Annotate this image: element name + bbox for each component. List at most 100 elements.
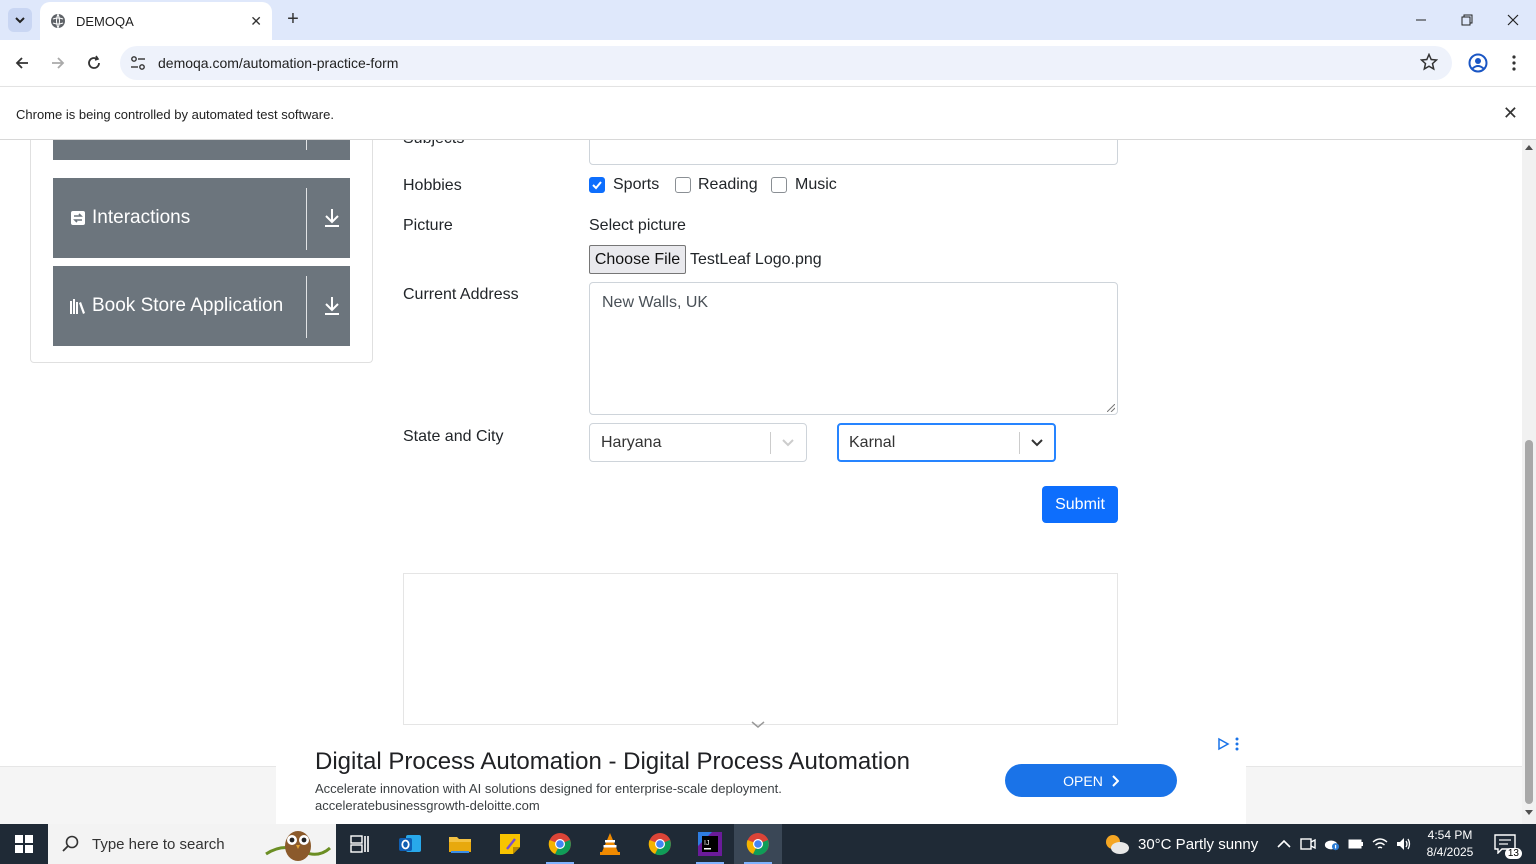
close-window-button[interactable]	[1490, 0, 1536, 40]
resize-handle-icon[interactable]	[1107, 404, 1115, 412]
star-icon	[1419, 52, 1439, 71]
notifications-button[interactable]: 13	[1494, 834, 1522, 859]
sidebar-accordion: Interactions Book Store Application	[30, 140, 373, 363]
windows-taskbar: Type here to search IJ 30°C Partly sunny…	[0, 824, 1536, 864]
url-text: demoqa.com/automation-practice-form	[158, 55, 399, 71]
browser-menu-button[interactable]	[1503, 52, 1525, 74]
tray-battery[interactable]	[1348, 836, 1364, 852]
minimize-button[interactable]	[1398, 0, 1444, 40]
checkmark-icon	[592, 181, 602, 190]
scroll-down-icon[interactable]	[1525, 810, 1533, 816]
ad-open-button[interactable]: OPEN	[1005, 764, 1177, 797]
tray-wifi[interactable]	[1372, 836, 1388, 852]
bookmark-star-icon[interactable]	[1419, 52, 1439, 76]
chevron-down-icon	[780, 435, 796, 451]
chevron-down-icon[interactable]	[750, 720, 766, 730]
browser-tab-bar: DEMOQA ✕ +	[0, 0, 1536, 40]
close-icon	[1507, 14, 1519, 26]
reload-button[interactable]	[81, 50, 107, 76]
intellij-icon: IJ	[698, 832, 722, 856]
task-view-button[interactable]	[336, 824, 384, 864]
subjects-label: Subjects	[403, 140, 464, 148]
page-scrollbar[interactable]	[1522, 140, 1536, 824]
owl-illustration-icon	[265, 831, 332, 861]
start-button[interactable]	[0, 824, 48, 864]
hobbies-label: Hobbies	[403, 177, 462, 194]
hobby-reading-checkbox[interactable]	[675, 177, 691, 193]
forward-button[interactable]	[45, 50, 71, 76]
tray-meet-now[interactable]	[1300, 836, 1316, 852]
tray-onedrive[interactable]	[1324, 836, 1340, 852]
sidebar-item-label: Book Store Application	[92, 295, 284, 316]
taskbar-weather[interactable]: 30°C Partly sunny	[1104, 824, 1258, 864]
state-city-label: State and City	[403, 428, 504, 445]
city-select[interactable]: Karnal	[837, 423, 1056, 462]
hobby-sports-checkbox[interactable]	[589, 177, 605, 193]
infobar-close-icon[interactable]: ✕	[1503, 103, 1518, 124]
submit-button[interactable]: Submit	[1042, 486, 1118, 523]
show-hidden-icons-button[interactable]	[1276, 836, 1292, 852]
state-select[interactable]: Haryana	[589, 423, 807, 462]
globe-icon	[51, 13, 65, 29]
current-address-value: New Walls, UK	[602, 294, 709, 311]
sidebar-item-label: Interactions	[92, 207, 191, 228]
sticky-notes-icon	[500, 834, 520, 854]
taskbar-file-explorer[interactable]	[436, 824, 484, 864]
divider	[306, 188, 307, 250]
back-button[interactable]	[9, 50, 35, 76]
browser-tab[interactable]: DEMOQA ✕	[40, 2, 272, 40]
profile-button[interactable]	[1467, 52, 1489, 74]
sidebar-item-widgets[interactable]	[53, 140, 350, 160]
tray-volume[interactable]	[1396, 836, 1412, 852]
ad-display-url[interactable]: acceleratebusinessgrowth-deloitte.com	[315, 798, 540, 813]
arrow-left-icon	[15, 57, 28, 69]
divider	[306, 140, 307, 150]
browser-toolbar: demoqa.com/automation-practice-form	[0, 40, 1536, 86]
clock-time: 4:54 PM	[1427, 828, 1473, 842]
current-address-textarea[interactable]: New Walls, UK	[589, 282, 1118, 415]
new-tab-button[interactable]: +	[282, 8, 304, 30]
tab-search-menu-button[interactable]	[8, 8, 32, 32]
more-vert-icon[interactable]	[1234, 737, 1240, 751]
divider	[1019, 432, 1020, 454]
chrome-icon	[648, 833, 671, 856]
selected-file-name: TestLeaf Logo.png	[690, 251, 822, 268]
search-icon	[62, 835, 79, 852]
picture-label: Picture	[403, 217, 453, 234]
task-view-icon	[350, 835, 369, 853]
partly-sunny-icon	[1106, 835, 1129, 854]
chevron-down-icon	[15, 17, 25, 24]
hobby-music-label[interactable]: Music	[795, 176, 837, 194]
hobby-music-checkbox[interactable]	[771, 177, 787, 193]
taskbar-chrome-active[interactable]	[734, 824, 782, 864]
taskbar-chrome-1[interactable]	[536, 824, 584, 864]
interactions-icon	[69, 209, 87, 227]
taskbar-vlc[interactable]	[586, 824, 634, 864]
infobar-message: Chrome is being controlled by automated …	[16, 107, 334, 122]
taskbar-search-box[interactable]: Type here to search	[48, 824, 336, 864]
chrome-icon	[548, 833, 571, 856]
subjects-input[interactable]	[589, 140, 1118, 165]
sidebar-item-book-store[interactable]: Book Store Application	[53, 266, 350, 346]
address-bar[interactable]: demoqa.com/automation-practice-form	[120, 46, 1452, 80]
ad-banner[interactable]: Digital Process Automation - Digital Pro…	[276, 735, 1246, 824]
restore-button[interactable]	[1444, 0, 1490, 40]
adchoices-icon[interactable]	[1216, 737, 1230, 751]
taskbar-intellij[interactable]: IJ	[686, 824, 734, 864]
meet-now-icon	[1300, 838, 1316, 850]
tab-close-icon[interactable]: ✕	[250, 13, 262, 30]
book-store-icon	[69, 297, 87, 315]
choose-file-button[interactable]: Choose File	[589, 245, 686, 274]
taskbar-sticky-notes[interactable]	[486, 824, 534, 864]
scrollbar-thumb[interactable]	[1525, 440, 1533, 804]
site-info-icon[interactable]	[128, 53, 148, 73]
ad-headline[interactable]: Digital Process Automation - Digital Pro…	[315, 748, 910, 776]
chrome-icon	[746, 833, 769, 856]
taskbar-chrome-2[interactable]	[636, 824, 684, 864]
scroll-up-icon[interactable]	[1525, 144, 1533, 150]
sidebar-item-interactions[interactable]: Interactions	[53, 178, 350, 258]
taskbar-clock[interactable]: 4:54 PM 8/4/2025	[1418, 827, 1482, 861]
hobby-reading-label[interactable]: Reading	[698, 176, 758, 194]
taskbar-outlook[interactable]	[386, 824, 434, 864]
hobby-sports-label[interactable]: Sports	[613, 176, 659, 194]
